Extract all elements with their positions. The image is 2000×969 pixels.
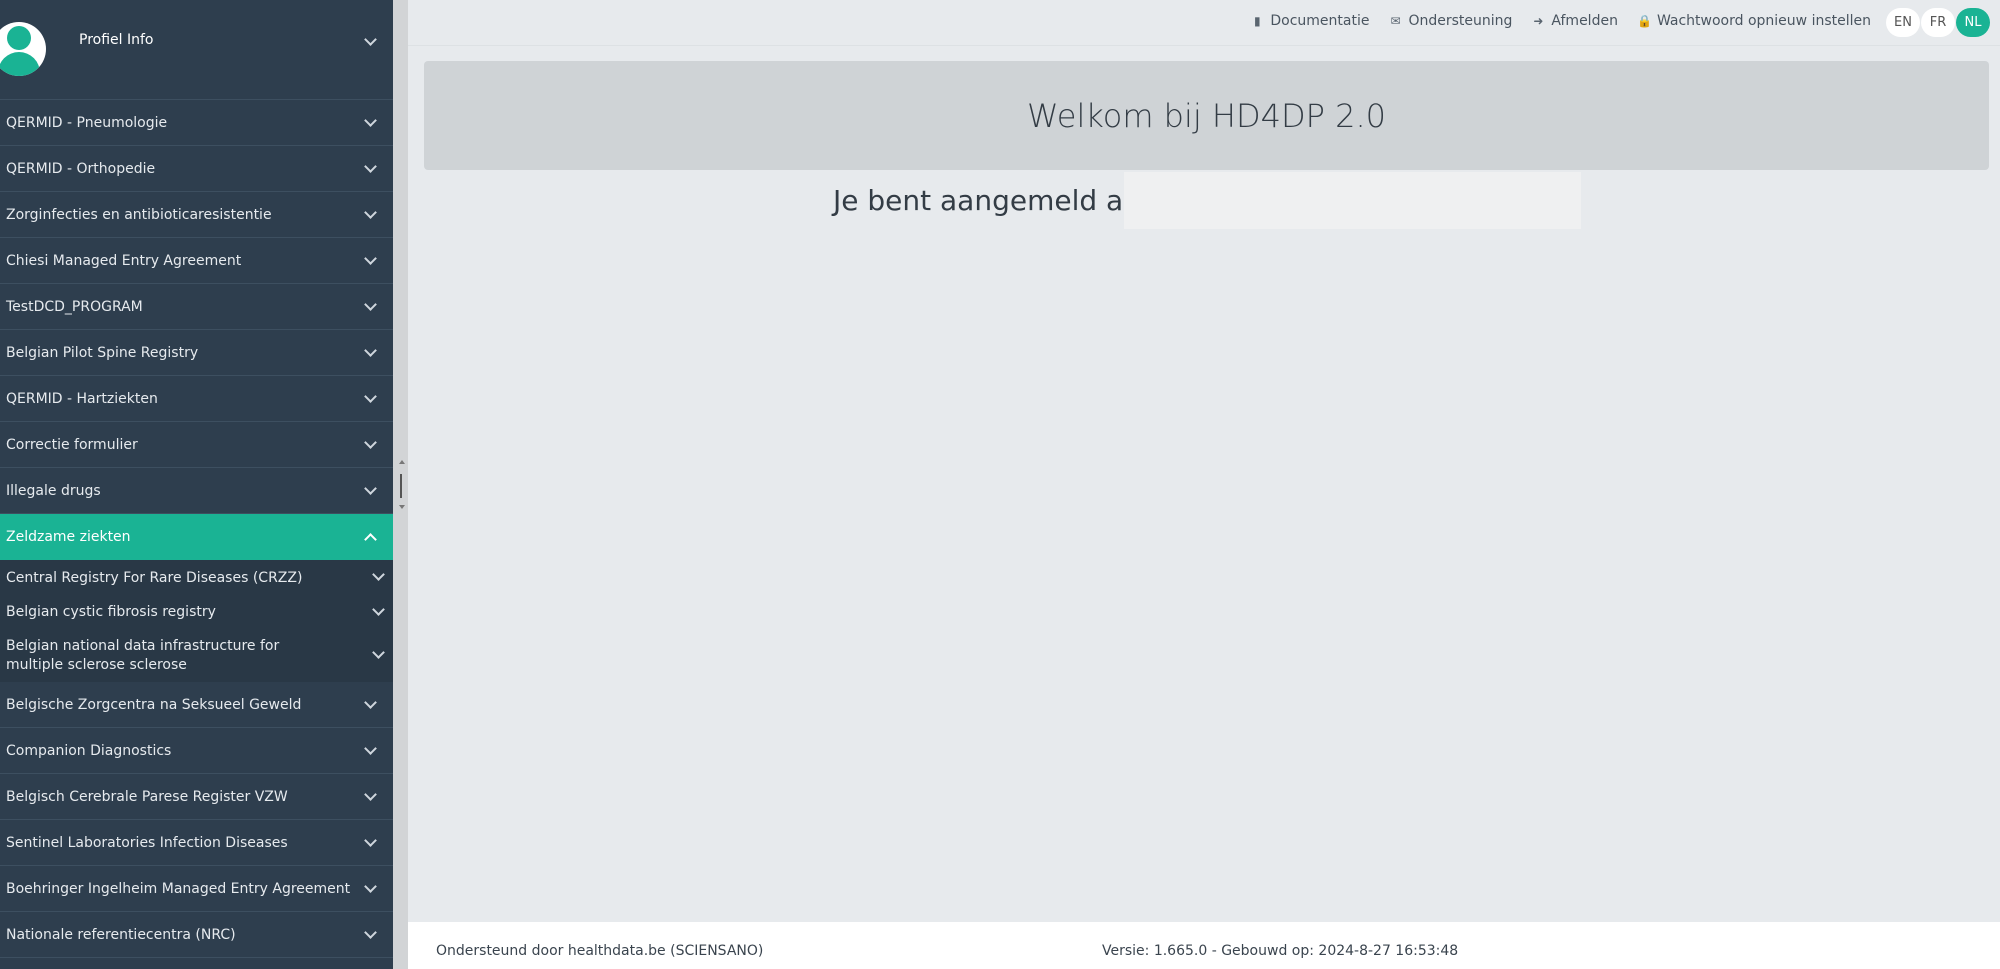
- envelope-icon: ✉: [1390, 14, 1401, 28]
- expand-arrow-icon[interactable]: [399, 505, 405, 509]
- footer: Ondersteund door healthdata.be (SCIENSAN…: [408, 922, 2000, 969]
- lock-icon: 🔒: [1636, 14, 1652, 28]
- logout-label: Afmelden: [1551, 13, 1618, 29]
- profile-menu[interactable]: Profiel Info: [0, 0, 393, 100]
- support-label: Ondersteuning: [1408, 13, 1513, 29]
- logged-in-as-text: Je bent aangemeld als: [833, 184, 1146, 217]
- sidebar-item-label: Belgian Pilot Spine Registry: [6, 345, 199, 361]
- chevron-down-icon: [364, 880, 377, 893]
- welcome-banner: Welkom bij HD4DP 2.0: [424, 61, 1989, 170]
- supported-by-text: Ondersteund door healthdata.be (SCIENSAN…: [436, 943, 764, 959]
- chevron-down-icon: [364, 33, 377, 46]
- sidebar-subitem-crzz[interactable]: Central Registry For Rare Diseases (CRZZ…: [0, 560, 393, 596]
- sidebar-item-label: Companion Diagnostics: [6, 743, 172, 759]
- sidebar-item-nrc[interactable]: Nationale referentiecentra (NRC): [0, 912, 393, 958]
- chevron-down-icon: [372, 603, 385, 616]
- language-nl-button[interactable]: NL: [1956, 8, 1990, 37]
- chevron-down-icon: [364, 160, 377, 173]
- sidebar-subitem-label: Belgian cystic fibrosis registry: [6, 604, 216, 620]
- profile-label: Profiel Info: [79, 32, 154, 48]
- sidebar-item-testdcd[interactable]: TestDCD_PROGRAM: [0, 284, 393, 330]
- chevron-up-icon: [364, 533, 377, 546]
- book-icon: ▮: [1254, 14, 1261, 28]
- sidebar-splitter[interactable]: [393, 0, 408, 969]
- language-en-button[interactable]: EN: [1886, 8, 1920, 37]
- sidebar-item-zeldzame-ziekten[interactable]: Zeldzame ziekten: [0, 514, 393, 560]
- sidebar-item-label: Nationale referentiecentra (NRC): [6, 927, 236, 943]
- sidebar-subitem-label: Central Registry For Rare Diseases (CRZZ…: [6, 570, 303, 586]
- chevron-down-icon: [364, 788, 377, 801]
- sidebar-item-label: Correctie formulier: [6, 437, 138, 453]
- sidebar-item-zorginfecties[interactable]: Zorginfecties en antibioticaresistentie: [0, 192, 393, 238]
- sidebar-item-label: Chiesi Managed Entry Agreement: [6, 253, 242, 269]
- reset-password-label: Wachtwoord opnieuw instellen: [1656, 13, 1871, 29]
- sidebar-item-zorgcentra-seksueel-geweld[interactable]: Belgische Zorgcentra na Seksueel Geweld: [0, 682, 393, 728]
- sidebar-item-cerebrale-parese[interactable]: Belgisch Cerebrale Parese Register VZW: [0, 774, 393, 820]
- sidebar-items-before: QERMID - Pneumologie QERMID - Orthopedie…: [0, 100, 393, 514]
- chevron-down-icon: [364, 482, 377, 495]
- sidebar-submenu: Central Registry For Rare Diseases (CRZZ…: [0, 560, 393, 682]
- chevron-down-icon: [364, 252, 377, 265]
- chevron-down-icon: [364, 926, 377, 939]
- sidebar-item-label: Belgisch Cerebrale Parese Register VZW: [6, 789, 288, 805]
- top-bar: ▮ Documentatie ✉ Ondersteuning ➜ Afmelde…: [408, 0, 2000, 46]
- chevron-down-icon: [364, 390, 377, 403]
- sidebar-item-label: Zeldzame ziekten: [6, 529, 131, 545]
- reset-password-link[interactable]: 🔒 Wachtwoord opnieuw instellen: [1637, 13, 1871, 29]
- sidebar-item-label: Illegale drugs: [6, 483, 101, 499]
- sidebar-item-illegale-drugs[interactable]: Illegale drugs: [0, 468, 393, 514]
- sidebar-item-label: QERMID - Pneumologie: [6, 115, 168, 131]
- sidebar-item-label: QERMID - Orthopedie: [6, 161, 156, 177]
- chevron-down-icon: [364, 696, 377, 709]
- documentation-label: Documentatie: [1270, 13, 1370, 29]
- sidebar-item-chiesi[interactable]: Chiesi Managed Entry Agreement: [0, 238, 393, 284]
- chevron-down-icon: [364, 834, 377, 847]
- sidebar-item-boehringer[interactable]: Boehringer Ingelheim Managed Entry Agree…: [0, 866, 393, 912]
- drag-handle[interactable]: [400, 474, 402, 498]
- version-info: Versie: 1.665.0 - Gebouwd op: 2024-8-27 …: [1102, 943, 1459, 959]
- sidebar-item-label: QERMID - Hartziekten: [6, 391, 158, 407]
- chevron-down-icon: [364, 436, 377, 449]
- sidebar-item-correctie-formulier[interactable]: Correctie formulier: [0, 422, 393, 468]
- sidebar-subitem-multiple-sclerose[interactable]: Belgian national data infrastructure for…: [0, 632, 393, 682]
- logged-in-user-box: [1124, 172, 1581, 229]
- chevron-down-icon: [364, 206, 377, 219]
- sidebar-item-label: Sentinel Laboratories Infection Diseases: [6, 835, 288, 851]
- support-link[interactable]: ✉ Ondersteuning: [1388, 13, 1512, 29]
- sign-out-icon: ➜: [1533, 14, 1544, 28]
- user-avatar-icon: [0, 22, 46, 76]
- collapse-arrow-icon[interactable]: [399, 460, 405, 464]
- sidebar-item-qermid-orthopedie[interactable]: QERMID - Orthopedie: [0, 146, 393, 192]
- language-switcher: EN FR NL: [1885, 8, 1990, 37]
- sidebar-items-after: Belgische Zorgcentra na Seksueel Geweld …: [0, 682, 393, 958]
- sidebar-subitem-cystic-fibrosis[interactable]: Belgian cystic fibrosis registry: [0, 596, 393, 632]
- chevron-down-icon: [364, 298, 377, 311]
- chevron-down-icon: [364, 742, 377, 755]
- sidebar-item-spine-registry[interactable]: Belgian Pilot Spine Registry: [0, 330, 393, 376]
- top-links: ▮ Documentatie ✉ Ondersteuning ➜ Afmelde…: [1250, 13, 1871, 29]
- sidebar-item-qermid-pneumologie[interactable]: QERMID - Pneumologie: [0, 100, 393, 146]
- sidebar-item-label: Zorginfecties en antibioticaresistentie: [6, 207, 272, 223]
- documentation-link[interactable]: ▮ Documentatie: [1250, 13, 1369, 29]
- sidebar-subitem-label: Belgian national data infrastructure for…: [6, 638, 280, 673]
- sidebar-item-label: Belgische Zorgcentra na Seksueel Geweld: [6, 697, 302, 713]
- sidebar-item-label: TestDCD_PROGRAM: [6, 299, 143, 315]
- page-title: Welkom bij HD4DP 2.0: [1027, 96, 1386, 135]
- sidebar: Profiel Info QERMID - Pneumologie QERMID…: [0, 0, 393, 969]
- chevron-down-icon: [372, 646, 385, 659]
- language-fr-button[interactable]: FR: [1921, 8, 1955, 37]
- chevron-down-icon: [364, 344, 377, 357]
- sidebar-item-sentinel-laboratories[interactable]: Sentinel Laboratories Infection Diseases: [0, 820, 393, 866]
- chevron-down-icon: [364, 114, 377, 127]
- sidebar-item-companion-diagnostics[interactable]: Companion Diagnostics: [0, 728, 393, 774]
- chevron-down-icon: [372, 568, 385, 581]
- logout-link[interactable]: ➜ Afmelden: [1531, 13, 1618, 29]
- sidebar-item-label: Boehringer Ingelheim Managed Entry Agree…: [6, 881, 351, 897]
- sidebar-item-qermid-hartziekten[interactable]: QERMID - Hartziekten: [0, 376, 393, 422]
